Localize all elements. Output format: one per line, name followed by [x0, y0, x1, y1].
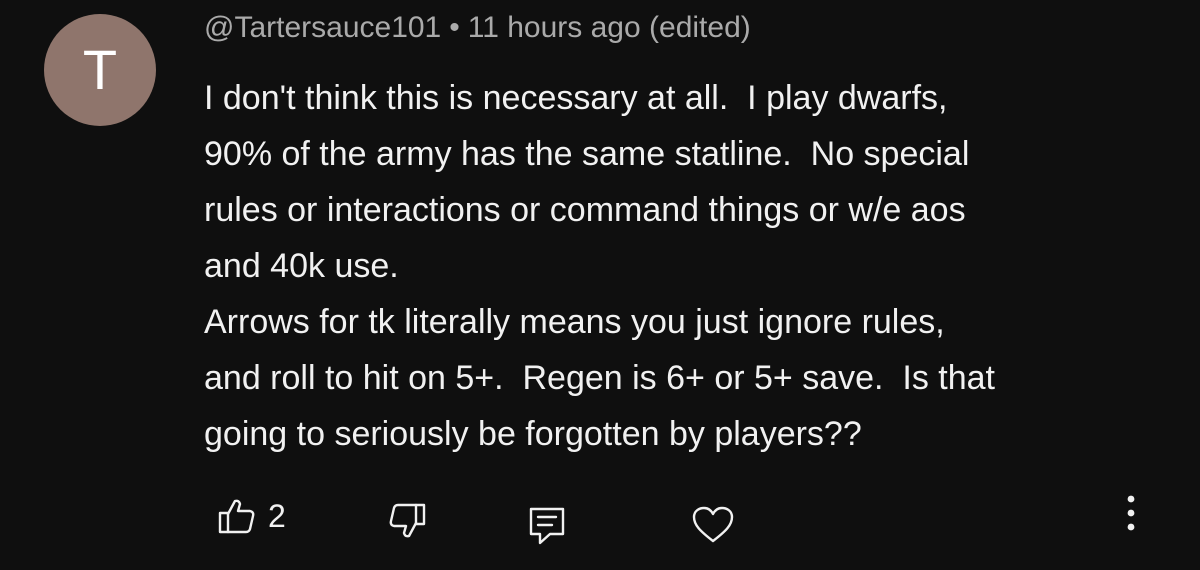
avatar[interactable]: T [44, 14, 156, 126]
like-count: 2 [268, 498, 286, 534]
comment-text-line: I don't think this is necessary at all. … [204, 79, 948, 117]
comment-text-line: rules or interactions or command things … [204, 191, 966, 229]
like-button[interactable]: 2 [218, 496, 286, 536]
separator-dot: • [449, 11, 460, 44]
reply-icon [528, 506, 566, 546]
comment: T @Tartersauce101 • 11 hours ago (edited) … [0, 0, 1200, 570]
comment-text-line: and roll to hit on 5+. Regen is 6+ or 5+… [204, 359, 995, 397]
thumbs-down-icon [388, 502, 426, 540]
comment-header: @Tartersauce101 • 11 hours ago (edited) [204, 10, 751, 46]
thumbs-up-icon [218, 497, 256, 535]
heart-icon [692, 506, 734, 544]
comment-text-line: Arrows for tk literally means you just i… [204, 303, 945, 341]
more-vertical-icon [1116, 492, 1146, 536]
avatar-letter: T [82, 38, 118, 101]
more-options-button[interactable] [1116, 492, 1146, 536]
dislike-button[interactable] [388, 502, 426, 540]
comment-text-line: 90% of the army has the same statline. N… [204, 135, 970, 173]
edited-label: (edited) [649, 11, 751, 44]
author-name[interactable]: @Tartersauce101 [204, 11, 441, 44]
timestamp[interactable]: 11 hours ago [468, 11, 641, 44]
reply-button[interactable] [528, 506, 566, 546]
heart-button[interactable] [692, 506, 734, 544]
comment-text: I don't think this is necessary at all. … [204, 70, 1164, 462]
comment-text-line: and 40k use. [204, 247, 399, 285]
comment-text-line: going to seriously be forgotten by playe… [204, 415, 862, 453]
